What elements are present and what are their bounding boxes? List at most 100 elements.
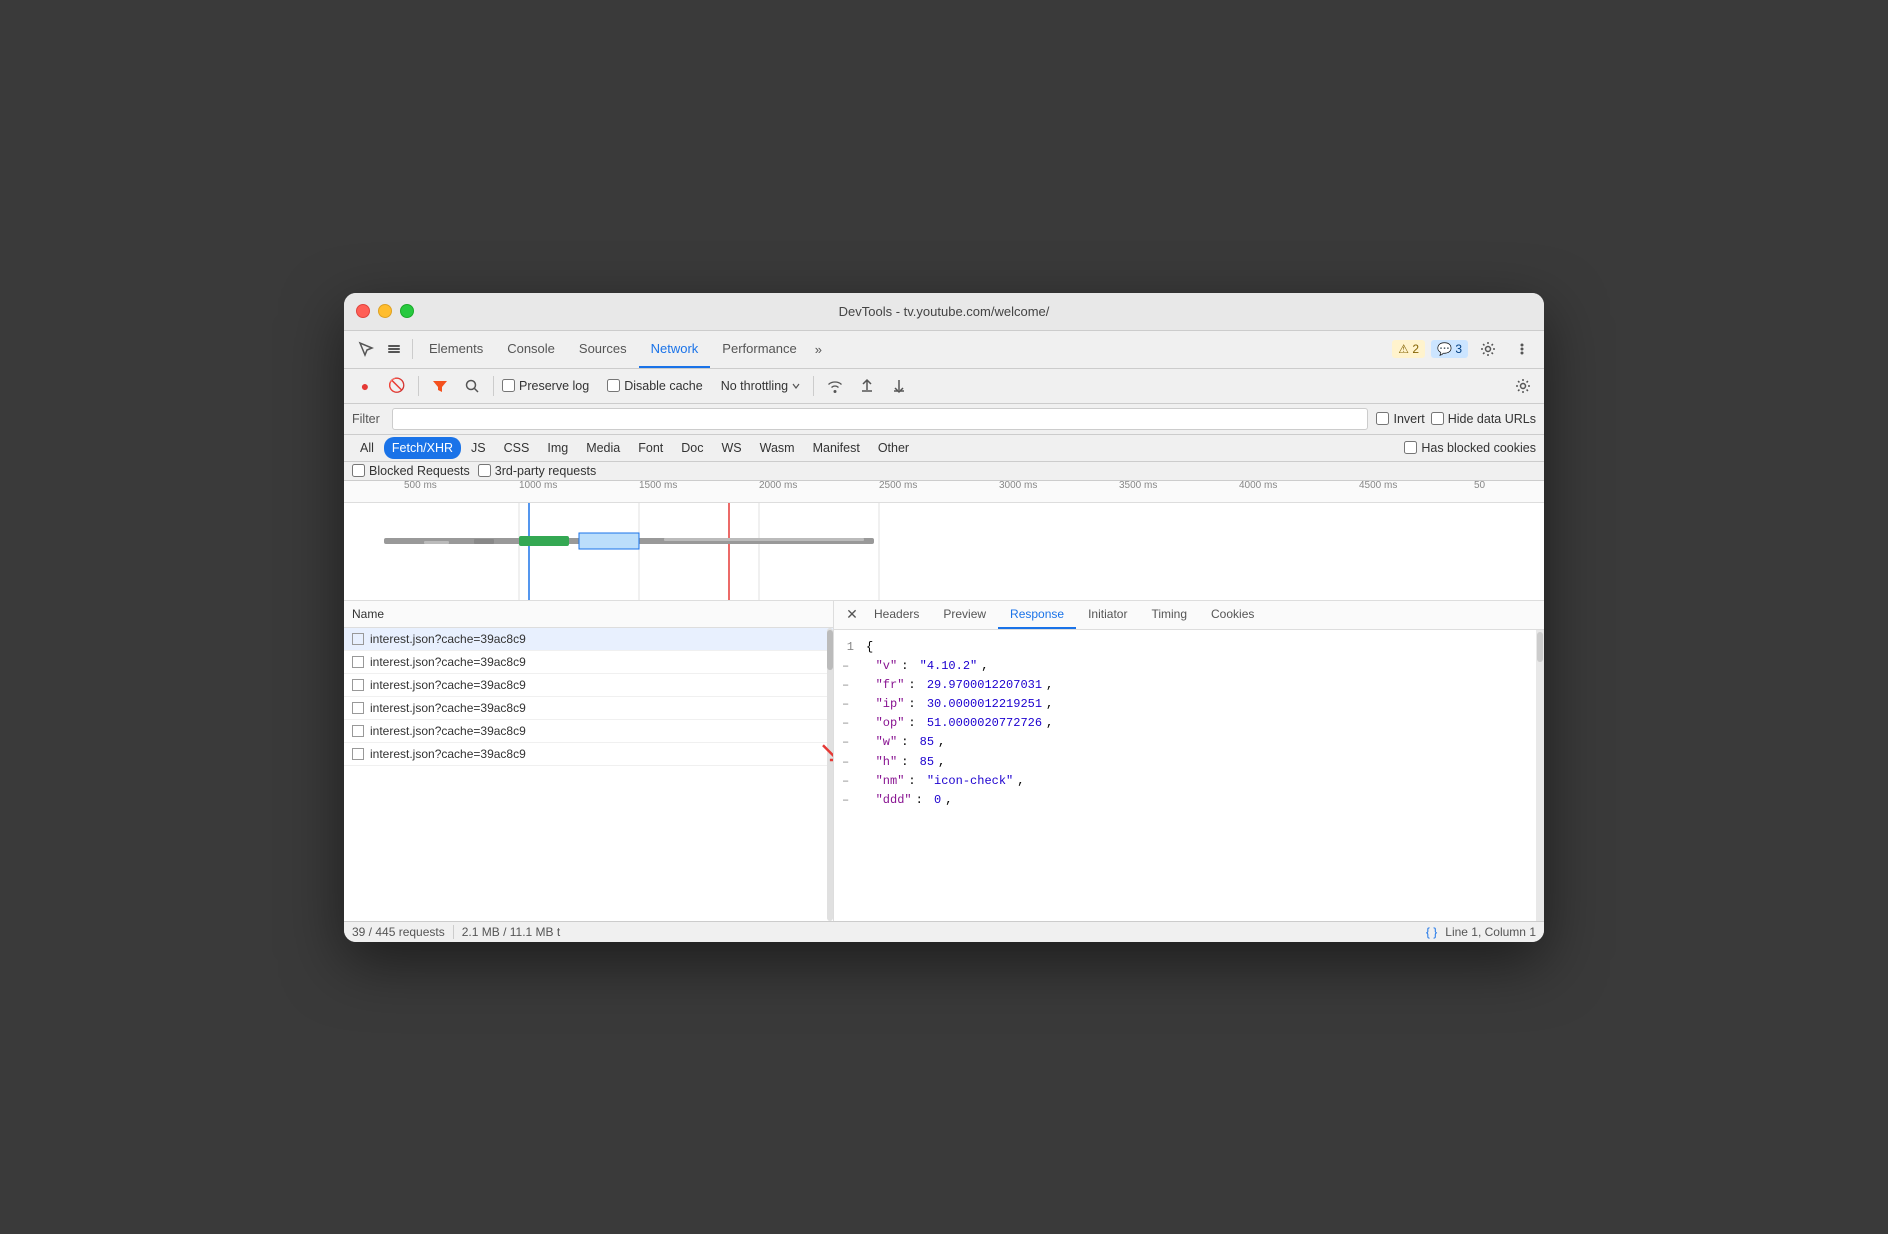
cursor-position: Line 1, Column 1 <box>1445 925 1536 939</box>
tab-divider <box>412 339 413 359</box>
maximize-button[interactable] <box>400 304 414 318</box>
third-party-checkbox[interactable] <box>478 464 491 477</box>
request-checkbox[interactable] <box>352 702 364 714</box>
request-name: interest.json?cache=39ac8c9 <box>370 747 526 761</box>
json-key: "nm" <box>861 772 904 791</box>
tab-sources[interactable]: Sources <box>567 331 639 368</box>
tick-2500: 2500 ms <box>879 481 917 492</box>
request-row[interactable]: interest.json?cache=39ac8c9 <box>344 720 833 743</box>
json-number-value: 29.9700012207031 <box>927 676 1042 695</box>
type-btn-manifest[interactable]: Manifest <box>805 437 868 459</box>
search-icon[interactable] <box>459 373 485 399</box>
close-button[interactable] <box>356 304 370 318</box>
type-btn-media[interactable]: Media <box>578 437 628 459</box>
toolbar-separator <box>418 376 419 396</box>
request-name: interest.json?cache=39ac8c9 <box>370 655 526 669</box>
clear-button[interactable]: 🚫 <box>384 373 410 399</box>
type-btn-font[interactable]: Font <box>630 437 671 459</box>
colon: : <box>908 695 922 714</box>
blocked-cookies-checkbox[interactable] <box>1404 441 1417 454</box>
request-name: interest.json?cache=39ac8c9 <box>370 701 526 715</box>
type-btn-ws[interactable]: WS <box>713 437 749 459</box>
minimize-button[interactable] <box>378 304 392 318</box>
type-btn-img[interactable]: Img <box>539 437 576 459</box>
timeline-ruler: 500 ms 1000 ms 1500 ms 2000 ms 2500 ms 3… <box>344 481 1544 503</box>
json-key: "h" <box>861 753 897 772</box>
tick-3500: 3500 ms <box>1119 481 1157 492</box>
status-divider <box>453 925 454 939</box>
tab-elements[interactable]: Elements <box>417 331 495 368</box>
tab-timing[interactable]: Timing <box>1139 601 1199 629</box>
tab-preview[interactable]: Preview <box>931 601 998 629</box>
filter-icon[interactable] <box>427 373 453 399</box>
comma: , <box>1046 714 1053 733</box>
requests-panel: Name interest.json?cache=39ac8c9 interes… <box>344 601 834 921</box>
comma: , <box>938 753 945 772</box>
record-button[interactable]: ● <box>352 373 378 399</box>
request-checkbox[interactable] <box>352 633 364 645</box>
wifi-icon[interactable] <box>822 373 848 399</box>
request-checkbox[interactable] <box>352 748 364 760</box>
json-key: "fr" <box>861 676 904 695</box>
line-num: – <box>842 695 857 714</box>
type-btn-doc[interactable]: Doc <box>673 437 711 459</box>
type-btn-js[interactable]: JS <box>463 437 494 459</box>
request-row[interactable]: interest.json?cache=39ac8c9 ↘ <box>344 743 833 766</box>
cursor-icon[interactable] <box>352 335 380 363</box>
json-number-value: 85 <box>920 733 934 752</box>
request-checkbox[interactable] <box>352 679 364 691</box>
blocked-requests-checkbox[interactable] <box>352 464 365 477</box>
type-btn-other[interactable]: Other <box>870 437 917 459</box>
download-icon[interactable] <box>886 373 912 399</box>
json-key: "op" <box>861 714 904 733</box>
invert-checkbox[interactable] <box>1376 412 1389 425</box>
timeline-chart <box>344 503 1544 601</box>
traffic-lights <box>356 304 414 318</box>
network-settings-icon[interactable] <box>1510 373 1536 399</box>
json-string-value: "4.10.2" <box>920 657 978 676</box>
request-row[interactable]: interest.json?cache=39ac8c9 <box>344 651 833 674</box>
throttle-selector[interactable]: No throttling <box>717 377 805 395</box>
comma: , <box>1046 676 1053 695</box>
transfer-size: 2.1 MB / 11.1 MB t <box>462 925 560 939</box>
disable-cache-checkbox[interactable] <box>607 379 620 392</box>
request-checkbox[interactable] <box>352 656 364 668</box>
json-string-value: "icon-check" <box>927 772 1013 791</box>
blocked-requests-option: Blocked Requests <box>352 464 470 478</box>
type-btn-all[interactable]: All <box>352 437 382 459</box>
request-row[interactable]: interest.json?cache=39ac8c9 <box>344 697 833 720</box>
warning-badge[interactable]: ⚠ 2 <box>1392 340 1425 358</box>
comma: , <box>945 791 952 810</box>
more-options-icon[interactable] <box>1508 335 1536 363</box>
tick-500: 500 ms <box>404 481 437 492</box>
request-checkbox[interactable] <box>352 725 364 737</box>
preserve-log-checkbox[interactable] <box>502 379 515 392</box>
tick-4000: 4000 ms <box>1239 481 1277 492</box>
pretty-print-button[interactable]: { } <box>1426 925 1437 939</box>
close-detail-button[interactable]: ✕ <box>842 605 862 625</box>
requests-header: Name <box>344 601 833 628</box>
tick-2000: 2000 ms <box>759 481 797 492</box>
tab-network[interactable]: Network <box>639 331 711 368</box>
tab-more-button[interactable]: » <box>809 342 828 357</box>
tab-headers[interactable]: Headers <box>862 601 931 629</box>
upload-icon[interactable] <box>854 373 880 399</box>
tab-initiator[interactable]: Initiator <box>1076 601 1139 629</box>
colon: : <box>901 733 915 752</box>
disable-cache-option: Disable cache <box>607 379 703 393</box>
type-btn-css[interactable]: CSS <box>496 437 538 459</box>
message-badge[interactable]: 💬 3 <box>1431 340 1468 358</box>
request-row[interactable]: interest.json?cache=39ac8c9 <box>344 628 833 651</box>
code-line-2: – "v": "4.10.2", <box>842 657 1536 676</box>
settings-icon[interactable] <box>1474 335 1502 363</box>
blocked-cookies-option: Has blocked cookies <box>1404 441 1536 455</box>
tab-console[interactable]: Console <box>495 331 567 368</box>
type-btn-fetch-xhr[interactable]: Fetch/XHR <box>384 437 461 459</box>
tab-performance[interactable]: Performance <box>710 331 808 368</box>
tab-cookies[interactable]: Cookies <box>1199 601 1266 629</box>
layers-icon[interactable] <box>380 335 408 363</box>
type-btn-wasm[interactable]: Wasm <box>752 437 803 459</box>
request-row[interactable]: interest.json?cache=39ac8c9 <box>344 674 833 697</box>
tab-response[interactable]: Response <box>998 601 1076 629</box>
hide-data-urls-checkbox[interactable] <box>1431 412 1444 425</box>
